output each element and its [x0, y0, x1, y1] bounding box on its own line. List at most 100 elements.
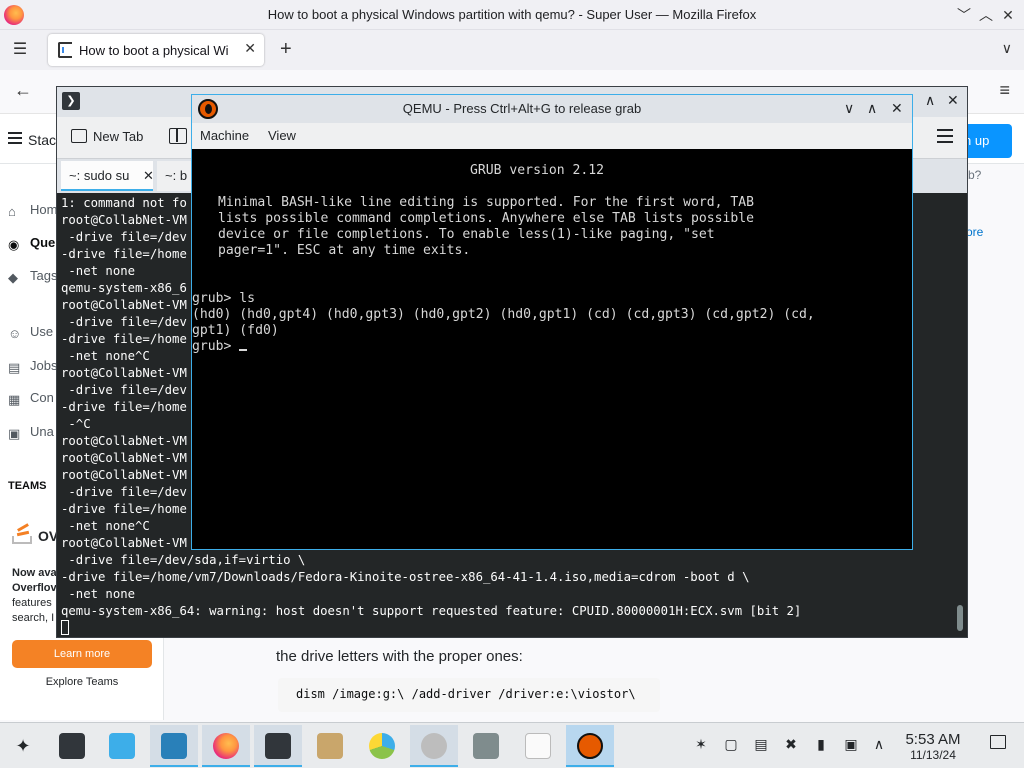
nav-unanswered[interactable]: ▣ Una [8, 424, 54, 441]
notes-icon[interactable]: ▤ [752, 735, 770, 753]
grub-cursor [239, 349, 248, 351]
tray-expand-icon[interactable]: ∧ [870, 735, 888, 753]
nav-questions[interactable]: ◉ Que [8, 235, 55, 252]
maximize-button[interactable]: ∧ [925, 92, 935, 109]
tab-close-icon[interactable]: ✕ [143, 168, 153, 183]
firefox-titlebar: How to boot a physical Windows partition… [0, 0, 1024, 30]
app-menu-icon[interactable]: ≡ [999, 80, 1010, 101]
split-view-icon[interactable] [169, 128, 187, 144]
task-file-manager[interactable] [150, 725, 198, 767]
browser-tab[interactable]: How to boot a physical Wi ✕ [48, 34, 264, 66]
hamburger-menu-icon[interactable] [937, 129, 953, 143]
sidebar-fragment[interactable]: ore [966, 225, 983, 239]
grub-header: GRUB version 2.12 [470, 163, 605, 178]
promo-line: Overflov [12, 582, 57, 594]
menu-view[interactable]: View [268, 128, 296, 143]
nav-companies[interactable]: ▦ Con [8, 390, 54, 407]
grub-help-line: lists possible command completions. Anyw… [218, 211, 755, 226]
promo-line: search, I [12, 612, 55, 624]
stackoverflow-logo-icon [12, 523, 34, 544]
task-text-editor[interactable] [514, 725, 562, 767]
minimize-button[interactable]: ∨ [844, 100, 854, 117]
network-icon[interactable]: ▣ [842, 735, 860, 753]
close-button[interactable]: ✕ [998, 5, 1018, 25]
hamburger-icon[interactable] [8, 132, 22, 144]
unanswered-icon: ▣ [8, 426, 21, 441]
firefox-tabbar: ☰ How to boot a physical Wi ✕ + ∨ [0, 30, 1024, 70]
clock-time[interactable]: 5:53 AM [898, 731, 968, 748]
jobs-icon: ▤ [8, 360, 21, 375]
browser-tab-label: How to boot a physical Wi [79, 43, 229, 58]
promo-line: features [12, 597, 52, 609]
discover-icon [109, 733, 135, 759]
task-disk-manager[interactable] [462, 725, 510, 767]
grub-help-line: device or file completions. To enable le… [218, 227, 715, 242]
task-discover[interactable] [98, 725, 146, 767]
maximize-button[interactable]: ︿ [976, 5, 996, 25]
clock-date[interactable]: 11/13/24 [898, 748, 968, 762]
archive-icon [317, 733, 343, 759]
close-button[interactable]: ✕ [891, 100, 903, 117]
tags-icon: ◆ [8, 270, 18, 285]
chevron-down-icon[interactable]: ∨ [1002, 40, 1012, 57]
explore-teams-link[interactable]: Explore Teams [0, 676, 164, 688]
battery-icon[interactable]: ▮ [812, 735, 830, 753]
settings-icon [59, 733, 85, 759]
qemu-titlebar: QEMU - Press Ctrl+Alt+G to release grab … [192, 95, 912, 123]
task-konsole[interactable] [254, 725, 302, 767]
task-firefox[interactable] [202, 725, 250, 767]
terminal-app-icon: ❯ [62, 92, 80, 110]
users-icon: ☺ [8, 326, 22, 341]
vm-manager-icon [421, 733, 447, 759]
new-tab-button[interactable]: + [280, 38, 292, 61]
nav-users[interactable]: ☺ Use [8, 324, 53, 341]
bluetooth-icon[interactable]: ✶ [692, 735, 710, 753]
task-filelight[interactable] [358, 725, 406, 767]
terminal-scrollbar[interactable] [954, 193, 967, 637]
answer-text: the drive letters with the proper ones: [276, 648, 523, 665]
task-ark[interactable] [306, 725, 354, 767]
clipboard-icon[interactable]: ▢ [722, 735, 740, 753]
back-arrow-icon[interactable]: ← [14, 80, 32, 101]
nav-jobs[interactable]: ▤ Jobs [8, 358, 57, 375]
nav-home[interactable]: ⌂ Hom [8, 202, 57, 219]
vm-display[interactable]: GRUB version 2.12 Minimal BASH-like line… [192, 149, 912, 549]
sidebar-fragment: b? [968, 168, 982, 182]
qemu-window: QEMU - Press Ctrl+Alt+G to release grab … [191, 94, 913, 550]
grub-output-line: gpt1) (fd0) [192, 323, 279, 338]
tab-list-icon[interactable]: ☰ [8, 38, 32, 62]
tab-close-icon[interactable]: ✕ [244, 40, 256, 57]
grub-prompt[interactable]: grub> [192, 339, 248, 355]
task-virt-manager[interactable] [410, 725, 458, 767]
app-launcher[interactable]: ✦ [0, 725, 48, 767]
teams-heading: TEAMS [8, 480, 47, 492]
grub-help-line: Minimal BASH-like line editing is suppor… [218, 195, 755, 210]
konsole-tab[interactable]: ~: sudo su ✕ [61, 161, 153, 191]
new-tab-button[interactable]: New Tab [71, 129, 143, 144]
disk-icon [473, 733, 499, 759]
qemu-icon [577, 733, 603, 759]
promo-line: Now ava [12, 567, 57, 579]
nav-tags[interactable]: ◆ Tags [8, 268, 57, 285]
scrollbar-thumb[interactable] [957, 605, 963, 631]
questions-icon: ◉ [8, 237, 20, 252]
new-tab-icon [71, 129, 87, 143]
terminal-line: -net none [61, 587, 136, 601]
close-button[interactable]: ✕ [947, 92, 959, 109]
minimize-button[interactable]: ﹀ [954, 5, 974, 25]
show-desktop-icon[interactable] [990, 735, 1006, 749]
taskbar: ✦ ✶ ▢ ▤ ✖ ▮ ▣ ∧ 5:53 AM 11/13/24 [0, 722, 1024, 768]
terminal-icon [265, 733, 291, 759]
task-qemu[interactable] [566, 725, 614, 767]
code-block: dism /image:g:\ /add-driver /driver:e:\v… [278, 678, 660, 712]
qemu-menubar: Machine View [192, 123, 912, 149]
learn-more-button[interactable]: Learn more [12, 640, 152, 668]
task-system-settings[interactable] [48, 725, 96, 767]
maximize-button[interactable]: ∧ [867, 100, 877, 117]
folder-icon [161, 733, 187, 759]
volume-muted-icon[interactable]: ✖ [782, 735, 800, 753]
superuser-favicon-icon [58, 42, 72, 58]
menu-machine[interactable]: Machine [200, 128, 249, 143]
companies-icon: ▦ [8, 392, 21, 407]
teams-promo: Now ava Overflov features search, I [12, 566, 60, 626]
